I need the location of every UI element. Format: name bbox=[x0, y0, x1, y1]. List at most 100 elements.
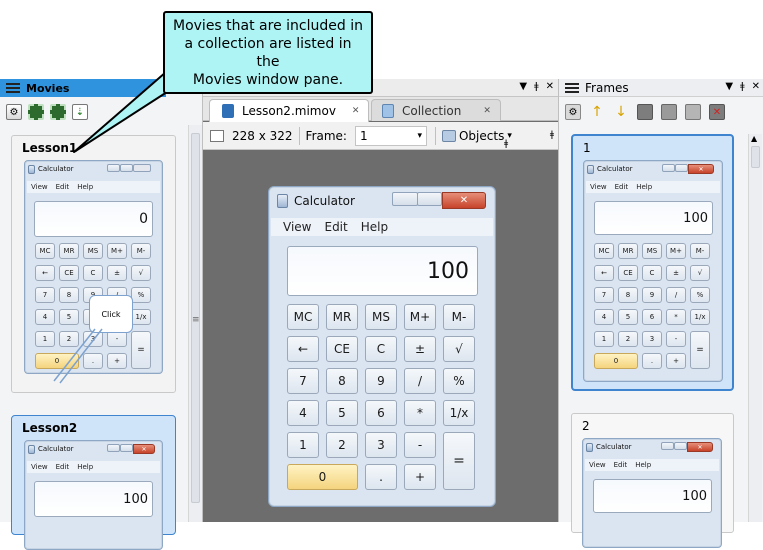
calculator-key[interactable]: 0 bbox=[287, 464, 358, 490]
frame-insert-icon[interactable] bbox=[685, 104, 701, 120]
calculator-key[interactable]: 9 bbox=[365, 368, 397, 394]
gear-icon[interactable]: ⚙ bbox=[565, 104, 581, 120]
calculator-key[interactable]: C bbox=[365, 336, 397, 362]
toolbar-overflow-icon[interactable]: ǂ bbox=[550, 130, 554, 140]
film-add-icon[interactable] bbox=[28, 104, 44, 120]
maximize-icon bbox=[120, 164, 133, 172]
calculator-title: Calculator bbox=[38, 445, 74, 453]
calculator-key: ← bbox=[594, 265, 614, 281]
calculator-key[interactable]: . bbox=[365, 464, 397, 490]
calculator-key: ← bbox=[35, 265, 55, 281]
menu-view[interactable]: View bbox=[283, 220, 311, 234]
calculator-key[interactable]: ← bbox=[287, 336, 319, 362]
calculator-key[interactable]: 4 bbox=[287, 400, 319, 426]
menu-edit[interactable]: Edit bbox=[324, 220, 347, 234]
calculator-key[interactable]: 5 bbox=[326, 400, 358, 426]
minimize-button[interactable] bbox=[392, 192, 418, 206]
movie-settings-icon[interactable]: ⚙ bbox=[6, 104, 22, 120]
dropdown-icon[interactable]: ▼ bbox=[519, 81, 527, 92]
calculator-key: = bbox=[131, 331, 151, 369]
lesson2-calculator-thumbnail: Calculator ✕ View Edit Help 100 bbox=[24, 440, 163, 550]
minimize-icon bbox=[661, 442, 674, 450]
calculator-key: 2 bbox=[618, 331, 638, 347]
calculator-key[interactable]: * bbox=[404, 400, 436, 426]
calculator-display: 100 bbox=[34, 481, 153, 517]
calculator-key[interactable]: 6 bbox=[365, 400, 397, 426]
frame-card-2[interactable]: 2 Calculator ✕ View Edit Help 100 bbox=[571, 413, 734, 548]
grip-icon: ≡ bbox=[192, 315, 200, 325]
calculator-key[interactable]: - bbox=[404, 432, 436, 458]
close-button[interactable]: ✕ bbox=[442, 192, 486, 209]
editor-overflow-icon[interactable]: ǂ bbox=[504, 139, 508, 149]
menu-help[interactable]: Help bbox=[361, 220, 388, 234]
calculator-key[interactable]: M+ bbox=[404, 304, 436, 330]
frame-add-icon[interactable] bbox=[637, 104, 653, 120]
calculator-display: 0 bbox=[34, 201, 153, 237]
calculator-key: 6 bbox=[642, 309, 662, 325]
tab-lesson2[interactable]: Lesson2.mimov ✕ bbox=[209, 99, 369, 122]
frames-scrollbar[interactable]: ▲ bbox=[748, 134, 762, 522]
calculator-key: MR bbox=[618, 243, 638, 259]
calculator-key: CE bbox=[618, 265, 638, 281]
close-icon[interactable]: ✕ bbox=[546, 81, 554, 92]
separator bbox=[434, 126, 436, 145]
scroll-up-icon[interactable]: ▲ bbox=[751, 134, 757, 143]
minimize-icon bbox=[107, 164, 120, 172]
calculator-key[interactable]: / bbox=[404, 368, 436, 394]
frame-select[interactable]: 1 ▾ bbox=[354, 125, 427, 146]
tab-close-icon[interactable]: ✕ bbox=[352, 106, 360, 116]
calculator-key[interactable]: MR bbox=[326, 304, 358, 330]
calculator-window: Calculator ✕ View Edit Help 100 MC MR MS M+… bbox=[268, 186, 496, 507]
calculator-key[interactable]: ± bbox=[404, 336, 436, 362]
calculator-key[interactable]: 1/x bbox=[443, 400, 475, 426]
close-icon[interactable]: ✕ bbox=[752, 81, 760, 92]
tab-collection[interactable]: Collection ✕ bbox=[371, 99, 501, 121]
calculator-key: MR bbox=[59, 243, 79, 259]
arrow-down-icon[interactable]: ↓ bbox=[613, 104, 629, 120]
movies-scrollbar[interactable]: ≡ bbox=[188, 125, 202, 522]
calculator-key[interactable]: 1 bbox=[287, 432, 319, 458]
calculator-key: 4 bbox=[35, 309, 55, 325]
scrollbar-thumb[interactable] bbox=[751, 146, 760, 168]
frame-card-1[interactable]: 1 Calculator ✕ View Edit Help 100 MC MR MS… bbox=[571, 134, 734, 391]
calculator-key[interactable]: 7 bbox=[287, 368, 319, 394]
calculator-key[interactable]: = bbox=[443, 432, 475, 490]
calculator-key[interactable]: 2 bbox=[326, 432, 358, 458]
calculator-app-icon bbox=[28, 164, 35, 174]
maximize-icon bbox=[675, 164, 688, 172]
callout-note: Movies that are included in a collection… bbox=[163, 11, 373, 94]
frame-delete-icon[interactable]: ✕ bbox=[709, 104, 725, 120]
frame-select-value: 1 bbox=[359, 128, 368, 143]
calculator-key[interactable]: MS bbox=[365, 304, 397, 330]
maximize-button[interactable] bbox=[417, 192, 442, 206]
dropdown-icon[interactable]: ▼ bbox=[725, 81, 733, 92]
objects-button[interactable]: Objects ▾ bbox=[441, 129, 512, 143]
calculator-key[interactable]: % bbox=[443, 368, 475, 394]
pin-icon[interactable]: ǂ bbox=[740, 81, 745, 92]
arrow-up-icon[interactable]: ↑ bbox=[589, 104, 605, 120]
calculator-key: 8 bbox=[618, 287, 638, 303]
calculator-key: % bbox=[690, 287, 710, 303]
calculator-key[interactable]: + bbox=[404, 464, 436, 490]
menu-edit: Edit bbox=[55, 183, 70, 191]
frame-duplicate-icon[interactable] bbox=[661, 104, 677, 120]
calculator-key: ± bbox=[107, 265, 127, 281]
menu-icon[interactable] bbox=[565, 83, 579, 93]
calculator-key: C bbox=[83, 265, 103, 281]
tab-close-icon[interactable]: ✕ bbox=[483, 106, 491, 116]
lesson-card-2[interactable]: Lesson2 Calculator ✕ View Edit Help 100 bbox=[11, 415, 176, 550]
calculator-key[interactable]: 3 bbox=[365, 432, 397, 458]
calculator-key: M+ bbox=[666, 243, 686, 259]
calculator-key[interactable]: M- bbox=[443, 304, 475, 330]
calculator-key: - bbox=[666, 331, 686, 347]
calculator-key[interactable]: MC bbox=[287, 304, 319, 330]
close-icon: ✕ bbox=[688, 164, 714, 174]
calculator-key[interactable]: √ bbox=[443, 336, 475, 362]
calculator-key: C bbox=[642, 265, 662, 281]
calculator-key[interactable]: CE bbox=[326, 336, 358, 362]
calculator-display: 100 bbox=[593, 479, 712, 513]
calculator-key[interactable]: 8 bbox=[326, 368, 358, 394]
tab-lesson2-label: Lesson2.mimov bbox=[242, 104, 336, 118]
pin-icon[interactable]: ǂ bbox=[534, 81, 539, 92]
menu-icon[interactable] bbox=[6, 83, 20, 93]
